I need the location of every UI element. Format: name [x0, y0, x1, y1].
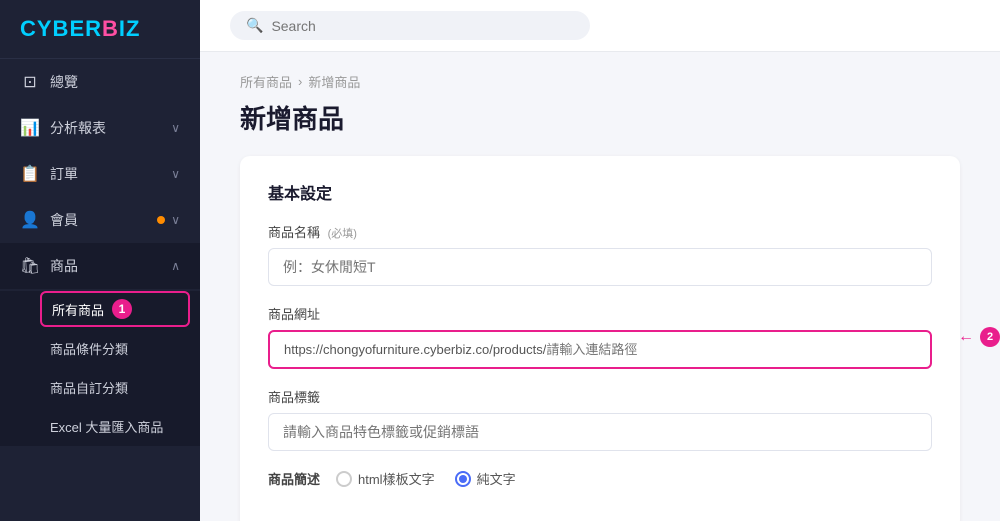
analytics-icon: 📊: [20, 118, 40, 138]
basic-settings-card: 基本設定 商品名稱 (必填) 商品網址 https://chongyofurni…: [240, 156, 960, 521]
sidebar: CYBERBIZ ⊡ 總覽 📊 分析報表 ∨ 📋 訂單 ∨ 👤: [0, 0, 200, 521]
breadcrumb-parent[interactable]: 所有商品: [240, 72, 292, 91]
product-tag-input[interactable]: [268, 413, 932, 451]
all-products-label: 所有商品: [52, 300, 104, 319]
content-area: 所有商品 › 新增商品 新增商品 基本設定 商品名稱 (必填) 商品網址 htt…: [200, 52, 1000, 521]
search-icon: 🔍: [246, 17, 263, 34]
main-container: 🔍 所有商品 › 新增商品 新增商品 基本設定 商品名稱 (必填) 商品網址: [200, 0, 1000, 521]
chevron-down-icon: ∨: [171, 213, 180, 227]
annotation-number: 2: [980, 327, 1000, 347]
members-icon: 👤: [20, 210, 40, 230]
radio-group: html樣板文字 純文字: [336, 469, 516, 488]
product-name-input[interactable]: [268, 248, 932, 286]
product-tag-label: 商品標籤: [268, 387, 932, 406]
url-field-wrapper: https://chongyofurniture.cyberbiz.co/pro…: [268, 330, 932, 369]
radio-html[interactable]: html樣板文字: [336, 469, 435, 488]
page-title: 新增商品: [240, 99, 960, 136]
product-url-group: 商品網址 https://chongyofurniture.cyberbiz.c…: [268, 304, 932, 369]
topbar: 🔍: [200, 0, 1000, 52]
logo: CYBERBIZ: [0, 0, 200, 59]
sidebar-item-label: 商品: [50, 256, 78, 276]
radio-html-circle: [336, 471, 352, 487]
url-path-input[interactable]: [546, 342, 916, 357]
chevron-down-icon: ∨: [171, 167, 180, 181]
products-icon: 🛍: [20, 256, 40, 276]
radio-plain[interactable]: 純文字: [455, 469, 516, 488]
sidebar-item-label: 總覽: [50, 72, 78, 92]
radio-plain-circle: [455, 471, 471, 487]
product-url-label: 商品網址: [268, 304, 932, 323]
sidebar-nav: ⊡ 總覽 📊 分析報表 ∨ 📋 訂單 ∨ 👤 會員: [0, 59, 200, 521]
arrow-icon: ←: [958, 328, 974, 346]
overview-icon: ⊡: [20, 72, 40, 92]
url-base: https://chongyofurniture.cyberbiz.co/pro…: [284, 342, 546, 357]
products-submenu: 所有商品 1 商品條件分類 商品自訂分類 Excel 大量匯入商品: [0, 291, 200, 446]
notification-dot: [157, 216, 165, 224]
radio-html-label: html樣板文字: [358, 469, 435, 488]
product-desc-label: 商品簡述: [268, 469, 320, 488]
orders-icon: 📋: [20, 164, 40, 184]
sidebar-sub-condition-category[interactable]: 商品條件分類: [0, 329, 200, 368]
sidebar-item-products[interactable]: 🛍 商品 ∧: [0, 243, 200, 289]
sidebar-item-members[interactable]: 👤 會員 ∨: [0, 197, 200, 243]
chevron-down-icon: ∨: [171, 121, 180, 135]
url-annotation: ← 2 填寫網址: [958, 327, 1000, 347]
breadcrumb-current: 新增商品: [308, 72, 360, 91]
breadcrumb-separator: ›: [298, 74, 302, 89]
product-desc-group: 商品簡述 html樣板文字 純文字: [268, 469, 932, 488]
sidebar-sub-all-products[interactable]: 所有商品 1: [40, 291, 190, 327]
product-name-group: 商品名稱 (必填): [268, 222, 932, 286]
breadcrumb: 所有商品 › 新增商品: [240, 72, 960, 91]
sidebar-item-orders[interactable]: 📋 訂單 ∨: [0, 151, 200, 197]
required-note: (必填): [328, 228, 357, 240]
sidebar-item-label: 訂單: [50, 164, 78, 184]
sidebar-sub-custom-category[interactable]: 商品自訂分類: [0, 368, 200, 407]
sidebar-item-analytics[interactable]: 📊 分析報表 ∨: [0, 105, 200, 151]
active-badge: 1: [112, 299, 132, 319]
sidebar-item-overview[interactable]: ⊡ 總覽: [0, 59, 200, 105]
chevron-up-icon: ∧: [171, 259, 180, 273]
card-title: 基本設定: [268, 180, 932, 204]
search-box: 🔍: [230, 11, 590, 40]
sidebar-sub-excel-import[interactable]: Excel 大量匯入商品: [0, 407, 200, 446]
sidebar-item-label: 會員: [50, 210, 78, 230]
product-name-label: 商品名稱 (必填): [268, 222, 932, 241]
radio-plain-label: 純文字: [477, 469, 516, 488]
search-input[interactable]: [271, 18, 574, 34]
sidebar-item-label: 分析報表: [50, 118, 106, 138]
logo-text: CYBERBIZ: [20, 16, 140, 41]
product-tag-group: 商品標籤: [268, 387, 932, 451]
